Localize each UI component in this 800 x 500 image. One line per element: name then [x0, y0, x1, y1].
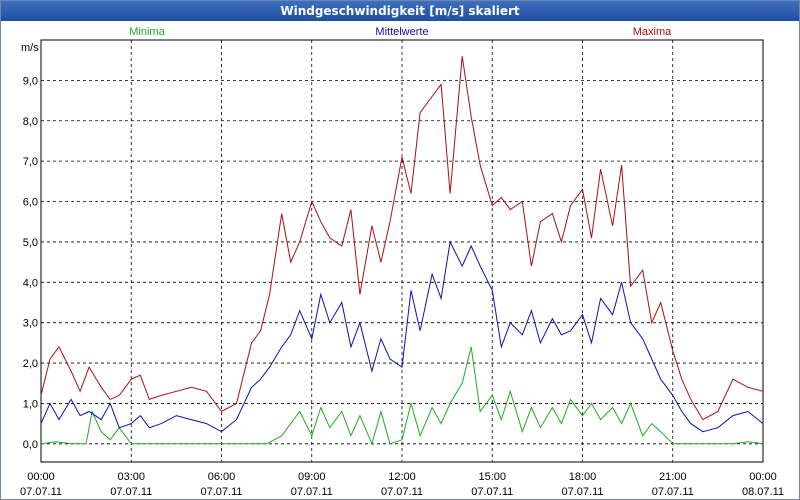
y-tick-label: 7,0 [23, 156, 38, 168]
x-tick-time: 00:00 [749, 471, 777, 483]
y-tick-label: 6,0 [23, 197, 38, 209]
x-tick-date: 07.07.11 [110, 486, 152, 498]
x-tick-date: 07.07.11 [200, 486, 242, 498]
y-axis-unit: m/s [21, 42, 39, 54]
x-tick-date: 07.07.11 [20, 486, 62, 498]
x-tick-time: 12:00 [388, 471, 416, 483]
x-tick-time: 15:00 [478, 471, 506, 483]
legend-mittelwerte: Mittelwerte [375, 26, 428, 38]
x-tick-date: 07.07.11 [381, 486, 423, 498]
x-tick-date: 07.07.11 [561, 486, 603, 498]
y-tick-label: 5,0 [23, 237, 38, 249]
x-tick-date: 07.07.11 [652, 486, 694, 498]
y-tick-label: 0,0 [23, 439, 38, 451]
legend-minima: Minima [129, 26, 165, 38]
x-tick-time: 18:00 [569, 471, 597, 483]
x-tick-date: 07.07.11 [291, 486, 333, 498]
x-tick-time: 06:00 [208, 471, 236, 483]
x-tick-time: 03:00 [117, 471, 145, 483]
y-tick-label: 3,0 [23, 318, 38, 330]
x-axis-ticks: 00:00 07.07.11 03:00 07.07.11 06:00 07.07.11 0… [20, 471, 784, 498]
y-axis-ticks: 0,0 1,0 2,0 3,0 4,0 5,0 6,0 7,0 8,0 9,0 [23, 75, 38, 450]
x-tick-time: 21:00 [659, 471, 687, 483]
y-tick-label: 1,0 [23, 398, 38, 410]
x-tick-date: 07.07.11 [471, 486, 513, 498]
chart-svg: m/s Minima Mittelwerte Maxima 0,0 1,0 2,0 3… [20, 26, 784, 498]
chart-window: Windgeschwindigkeit [m/s] skaliert m/s M… [0, 0, 800, 500]
legend-maxima: Maxima [633, 26, 672, 38]
x-tick-time: 09:00 [298, 471, 326, 483]
x-tick-time: 00:00 [27, 471, 55, 483]
y-tick-label: 2,0 [23, 358, 38, 370]
y-tick-label: 8,0 [23, 116, 38, 128]
y-tick-label: 9,0 [23, 75, 38, 87]
x-tick-date: 08.07.11 [742, 486, 784, 498]
y-tick-label: 4,0 [23, 277, 38, 289]
